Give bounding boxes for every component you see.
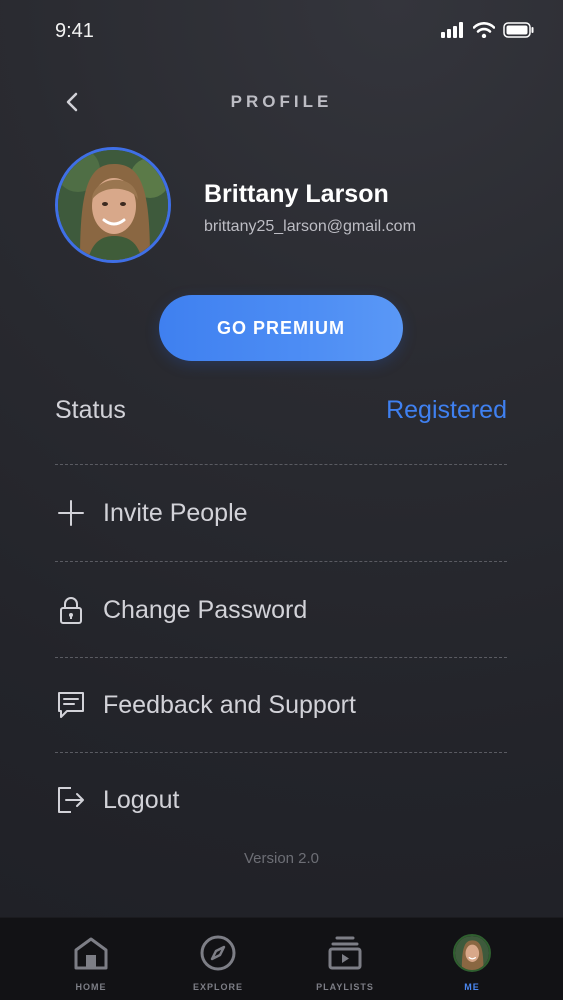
playlists-icon — [326, 934, 364, 972]
status-row: Status Registered — [55, 396, 507, 432]
chat-icon — [55, 689, 87, 721]
avatar — [453, 934, 491, 972]
avatar-photo — [58, 150, 168, 260]
tab-label: PLAYLISTS — [316, 982, 374, 992]
lock-icon — [55, 594, 87, 626]
status-value: Registered — [386, 396, 507, 424]
change-password-item[interactable]: Change Password — [55, 585, 507, 635]
compass-icon — [199, 934, 237, 972]
mini-avatar — [453, 934, 491, 972]
divider — [55, 464, 507, 465]
status-time: 9:41 — [55, 20, 94, 42]
invite-people-item[interactable]: Invite People — [55, 488, 507, 538]
menu-item-label: Logout — [103, 785, 180, 814]
wifi-icon — [473, 22, 495, 38]
status-bar: 9:41 — [0, 0, 563, 64]
tab-label: HOME — [75, 982, 107, 992]
divider — [55, 561, 507, 562]
feedback-support-item[interactable]: Feedback and Support — [55, 680, 507, 730]
profile-name: Brittany Larson — [204, 180, 389, 208]
status-label: Status — [55, 396, 126, 424]
signal-icon — [441, 22, 463, 38]
bottom-tab-bar: HOME EXPLORE PLAYLISTS ME — [0, 917, 563, 1000]
menu-item-label: Feedback and Support — [103, 690, 356, 719]
tab-home[interactable]: HOME — [31, 918, 151, 1000]
logout-icon — [55, 784, 87, 816]
status-icons — [441, 22, 535, 38]
page-title: PROFILE — [230, 92, 333, 111]
plus-icon — [55, 497, 87, 529]
tab-playlists[interactable]: PLAYLISTS — [285, 918, 405, 1000]
battery-icon — [503, 22, 534, 38]
profile-screen: 9:41 PROFILE Brittany Larson brittany25_… — [0, 0, 563, 1000]
home-icon — [72, 934, 110, 972]
go-premium-button[interactable]: GO PREMIUM — [159, 295, 403, 361]
avatar[interactable] — [55, 147, 171, 263]
divider — [55, 752, 507, 753]
tab-label: EXPLORE — [192, 982, 243, 992]
version-label: Version 2.0 — [243, 850, 320, 867]
profile-email: brittany25_larson@gmail.com — [204, 218, 416, 235]
menu-item-label: Invite People — [103, 498, 248, 527]
logout-item[interactable]: Logout — [55, 775, 507, 825]
divider — [55, 657, 507, 658]
tab-label: ME — [464, 982, 480, 992]
tab-me[interactable]: ME — [412, 918, 532, 1000]
tab-explore[interactable]: EXPLORE — [158, 918, 278, 1000]
menu-item-label: Change Password — [103, 595, 308, 624]
